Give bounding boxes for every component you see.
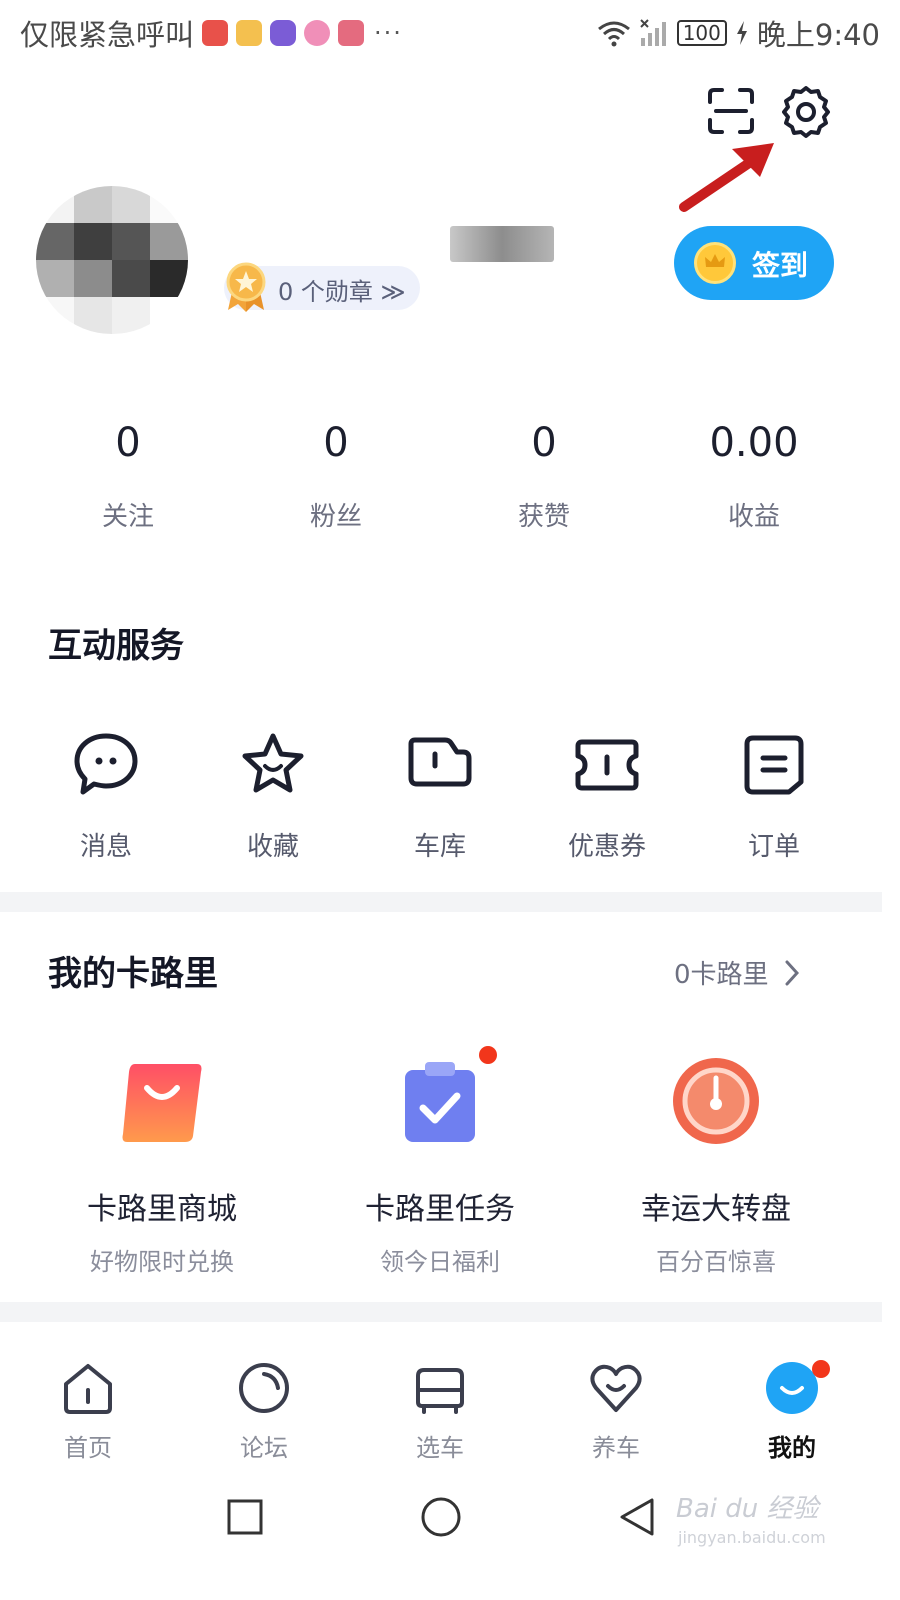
tab-car-select[interactable]: 选车 [380, 1360, 500, 1463]
tab-mine[interactable]: 我的 [732, 1360, 852, 1463]
service-label: 优惠券 [567, 832, 646, 862]
lucky-wheel-icon [673, 1058, 759, 1144]
service-orders[interactable]: 订单 [714, 730, 834, 863]
stat-following[interactable]: 0 关注 [38, 420, 218, 533]
service-label: 收藏 [246, 832, 299, 862]
service-label: 订单 [747, 832, 800, 862]
tab-home[interactable]: 首页 [28, 1360, 148, 1463]
calorie-tasks-title: 卡路里任务 [365, 1192, 515, 1227]
tab-forum[interactable]: 论坛 [204, 1360, 324, 1463]
app-notification-icon [202, 20, 229, 46]
avatar[interactable] [36, 186, 188, 334]
bottom-tab-bar: 首页 论坛 选车 养车 我的 [0, 1340, 900, 1480]
lucky-wheel-subtitle: 百分百惊喜 [656, 1248, 776, 1276]
scan-icon[interactable] [706, 86, 756, 136]
charging-icon [736, 21, 747, 45]
stat-fans[interactable]: 0 粉丝 [246, 420, 426, 533]
home-button-icon[interactable] [420, 1496, 462, 1538]
calorie-tasks-subtitle: 领今日福利 [380, 1248, 500, 1276]
medal-count-text: 0 个勋章 ≫ [278, 278, 406, 306]
service-favorites[interactable]: 收藏 [213, 730, 333, 863]
tab-label: 论坛 [240, 1434, 288, 1462]
checkin-label: 签到 [752, 249, 809, 282]
notification-dot [812, 1360, 830, 1378]
section-divider [0, 1302, 882, 1322]
more-notifications-icon: ··· [374, 19, 403, 47]
crown-coin-icon [694, 242, 736, 284]
watermark-url: jingyan.baidu.com [678, 1528, 826, 1547]
stat-value: 0.00 [709, 420, 799, 466]
service-message[interactable]: 消息 [46, 730, 166, 863]
message-icon [74, 733, 138, 795]
calorie-mall-title: 卡路里商城 [87, 1192, 237, 1227]
heart-icon [590, 1364, 642, 1412]
calorie-mall[interactable]: 卡路里商城 好物限时兑换 [32, 1056, 292, 1277]
tab-label: 养车 [592, 1434, 640, 1462]
calorie-balance: 0卡路里 [674, 960, 769, 990]
app-notification-icon [236, 20, 263, 46]
annotation-arrow-icon [679, 143, 774, 212]
app-notification-icon [304, 20, 331, 46]
stat-likes[interactable]: 0 获赞 [454, 420, 634, 533]
carrier-text: 仅限紧急呼叫 [20, 18, 195, 52]
calorie-balance-link[interactable]: 0卡路里 [674, 954, 799, 991]
car-icon [416, 1368, 464, 1414]
shopping-bag-icon [122, 1064, 202, 1142]
stat-label: 收益 [727, 502, 780, 532]
section-divider [0, 892, 882, 912]
back-icon[interactable] [616, 1496, 656, 1538]
checkin-button[interactable]: 签到 [674, 226, 834, 300]
star-icon [242, 733, 304, 793]
gear-icon[interactable] [778, 84, 834, 140]
notification-dot [479, 1046, 497, 1064]
stat-value: 0 [323, 420, 349, 466]
garage-icon [408, 737, 472, 787]
stat-value: 0 [531, 420, 557, 466]
calorie-mall-subtitle: 好物限时兑换 [90, 1248, 234, 1276]
stat-label: 关注 [101, 502, 154, 532]
stat-value: 0 [115, 420, 141, 466]
status-time: 晚上9:40 [756, 18, 880, 52]
tab-label: 我的 [768, 1434, 816, 1462]
watermark-logo: Bai du 经验 [676, 1494, 819, 1524]
wifi-icon [597, 21, 630, 47]
lucky-wheel-title: 幸运大转盘 [641, 1192, 791, 1227]
signal-icon [639, 19, 666, 46]
calorie-tasks[interactable]: 卡路里任务 领今日福利 [310, 1046, 570, 1277]
stat-label: 获赞 [517, 502, 570, 532]
section-title-services: 互动服务 [48, 626, 184, 666]
tab-car-care[interactable]: 养车 [556, 1360, 676, 1463]
app-notification-icon [270, 20, 297, 46]
service-label: 消息 [79, 832, 132, 862]
coupon-icon [575, 739, 639, 791]
chevron-right-icon [785, 960, 799, 985]
lucky-wheel[interactable]: 幸运大转盘 百分百惊喜 [586, 1056, 846, 1277]
status-bar: 仅限紧急呼叫 ··· 100 晚上9:40 [0, 0, 900, 60]
service-coupon[interactable]: 优惠券 [547, 730, 667, 863]
app-notification-icon [338, 20, 365, 46]
service-label: 车库 [413, 832, 466, 862]
tab-label: 选车 [416, 1434, 464, 1462]
username-blurred [450, 226, 554, 262]
task-clipboard-icon [405, 1062, 475, 1142]
stat-label: 粉丝 [309, 502, 362, 532]
tab-label: 首页 [64, 1434, 112, 1462]
forum-icon [239, 1363, 289, 1413]
recent-apps-icon[interactable] [226, 1498, 264, 1536]
section-title-calories: 我的卡路里 [48, 954, 218, 994]
service-garage[interactable]: 车库 [380, 730, 500, 863]
home-icon [64, 1364, 112, 1414]
battery-indicator: 100 [676, 20, 727, 46]
stat-earnings[interactable]: 0.00 收益 [664, 420, 844, 533]
medal-icon [226, 262, 266, 312]
order-icon [744, 735, 804, 795]
